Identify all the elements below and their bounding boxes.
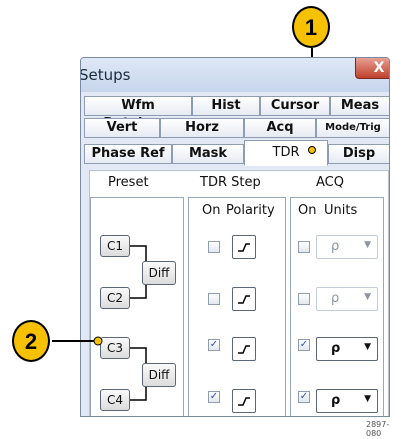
setups-window: Setups X Wfm Database Hist Cursor Meas V… (80, 57, 390, 417)
diff-button-c3-c4[interactable]: Diff (142, 363, 176, 387)
tdr-content: Preset TDR Step ACQ On Polarity On Units… (89, 170, 389, 416)
figure-caption: 2897-080 (366, 420, 390, 438)
step-icon (238, 295, 250, 304)
chevron-down-icon: ▼ (364, 292, 371, 302)
polarity-header: Polarity (226, 203, 275, 218)
step-polarity-button-c1[interactable] (232, 235, 256, 259)
window-title: Setups (80, 66, 131, 84)
tab-meas[interactable]: Meas (330, 96, 389, 116)
chevron-down-icon: ▼ (364, 342, 371, 352)
step-on-checkbox-c2[interactable] (208, 293, 220, 305)
callout-1-dot (308, 146, 316, 154)
tab-mode-trig[interactable]: Mode/Trig (316, 118, 389, 138)
tab-phase-ref[interactable]: Phase Ref (84, 144, 172, 164)
acq-on-checkbox-c1[interactable] (298, 241, 310, 253)
step-icon (238, 243, 250, 252)
tab-horz[interactable]: Horz (160, 118, 244, 138)
acq-header: ACQ (316, 175, 344, 190)
units-value-c2: ρ (331, 291, 340, 306)
tab-vert[interactable]: Vert (84, 118, 160, 138)
step-icon (238, 397, 250, 406)
units-dropdown-c4[interactable]: ρ ▼ (316, 389, 378, 413)
units-value-c1: ρ (331, 239, 340, 254)
acq-on-checkbox-c4[interactable]: ✓ (298, 391, 310, 403)
step-polarity-button-c3[interactable] (232, 337, 256, 361)
step-polarity-button-c4[interactable] (232, 389, 256, 413)
tab-tdr[interactable]: TDR (244, 140, 328, 166)
chevron-down-icon: ▼ (364, 394, 371, 404)
step-on-checkbox-c4[interactable]: ✓ (208, 391, 220, 403)
step-on-header: On (202, 203, 221, 218)
units-dropdown-c3[interactable]: ρ ▼ (316, 337, 378, 361)
units-dropdown-c2[interactable]: ρ ▼ (316, 287, 378, 311)
tab-acq[interactable]: Acq (244, 118, 316, 138)
chevron-down-icon: ▼ (364, 240, 371, 250)
units-header: Units (324, 203, 358, 218)
step-on-checkbox-c3[interactable]: ✓ (208, 339, 220, 351)
tab-cursor[interactable]: Cursor (260, 96, 330, 116)
tab-hist[interactable]: Hist (192, 96, 260, 116)
tab-wfm-database[interactable]: Wfm Database (84, 96, 192, 131)
step-icon (238, 345, 250, 354)
units-value-c3: ρ (331, 341, 341, 356)
acq-on-header: On (298, 203, 317, 218)
tdr-step-header: TDR Step (200, 175, 261, 190)
diff-button-c1-c2[interactable]: Diff (142, 261, 176, 285)
step-on-checkbox-c1[interactable] (208, 241, 220, 253)
units-dropdown-c1[interactable]: ρ ▼ (316, 235, 378, 259)
callout-2: 2 (12, 320, 50, 362)
acq-on-checkbox-c2[interactable] (298, 293, 310, 305)
tab-mask[interactable]: Mask (172, 144, 244, 164)
step-polarity-button-c2[interactable] (232, 287, 256, 311)
preset-header: Preset (108, 175, 149, 190)
callout-1: 1 (292, 6, 330, 48)
close-button[interactable]: X (355, 58, 389, 79)
units-value-c4: ρ (331, 393, 341, 408)
acq-on-checkbox-c3[interactable]: ✓ (298, 339, 310, 351)
tab-disp[interactable]: Disp (328, 144, 389, 164)
